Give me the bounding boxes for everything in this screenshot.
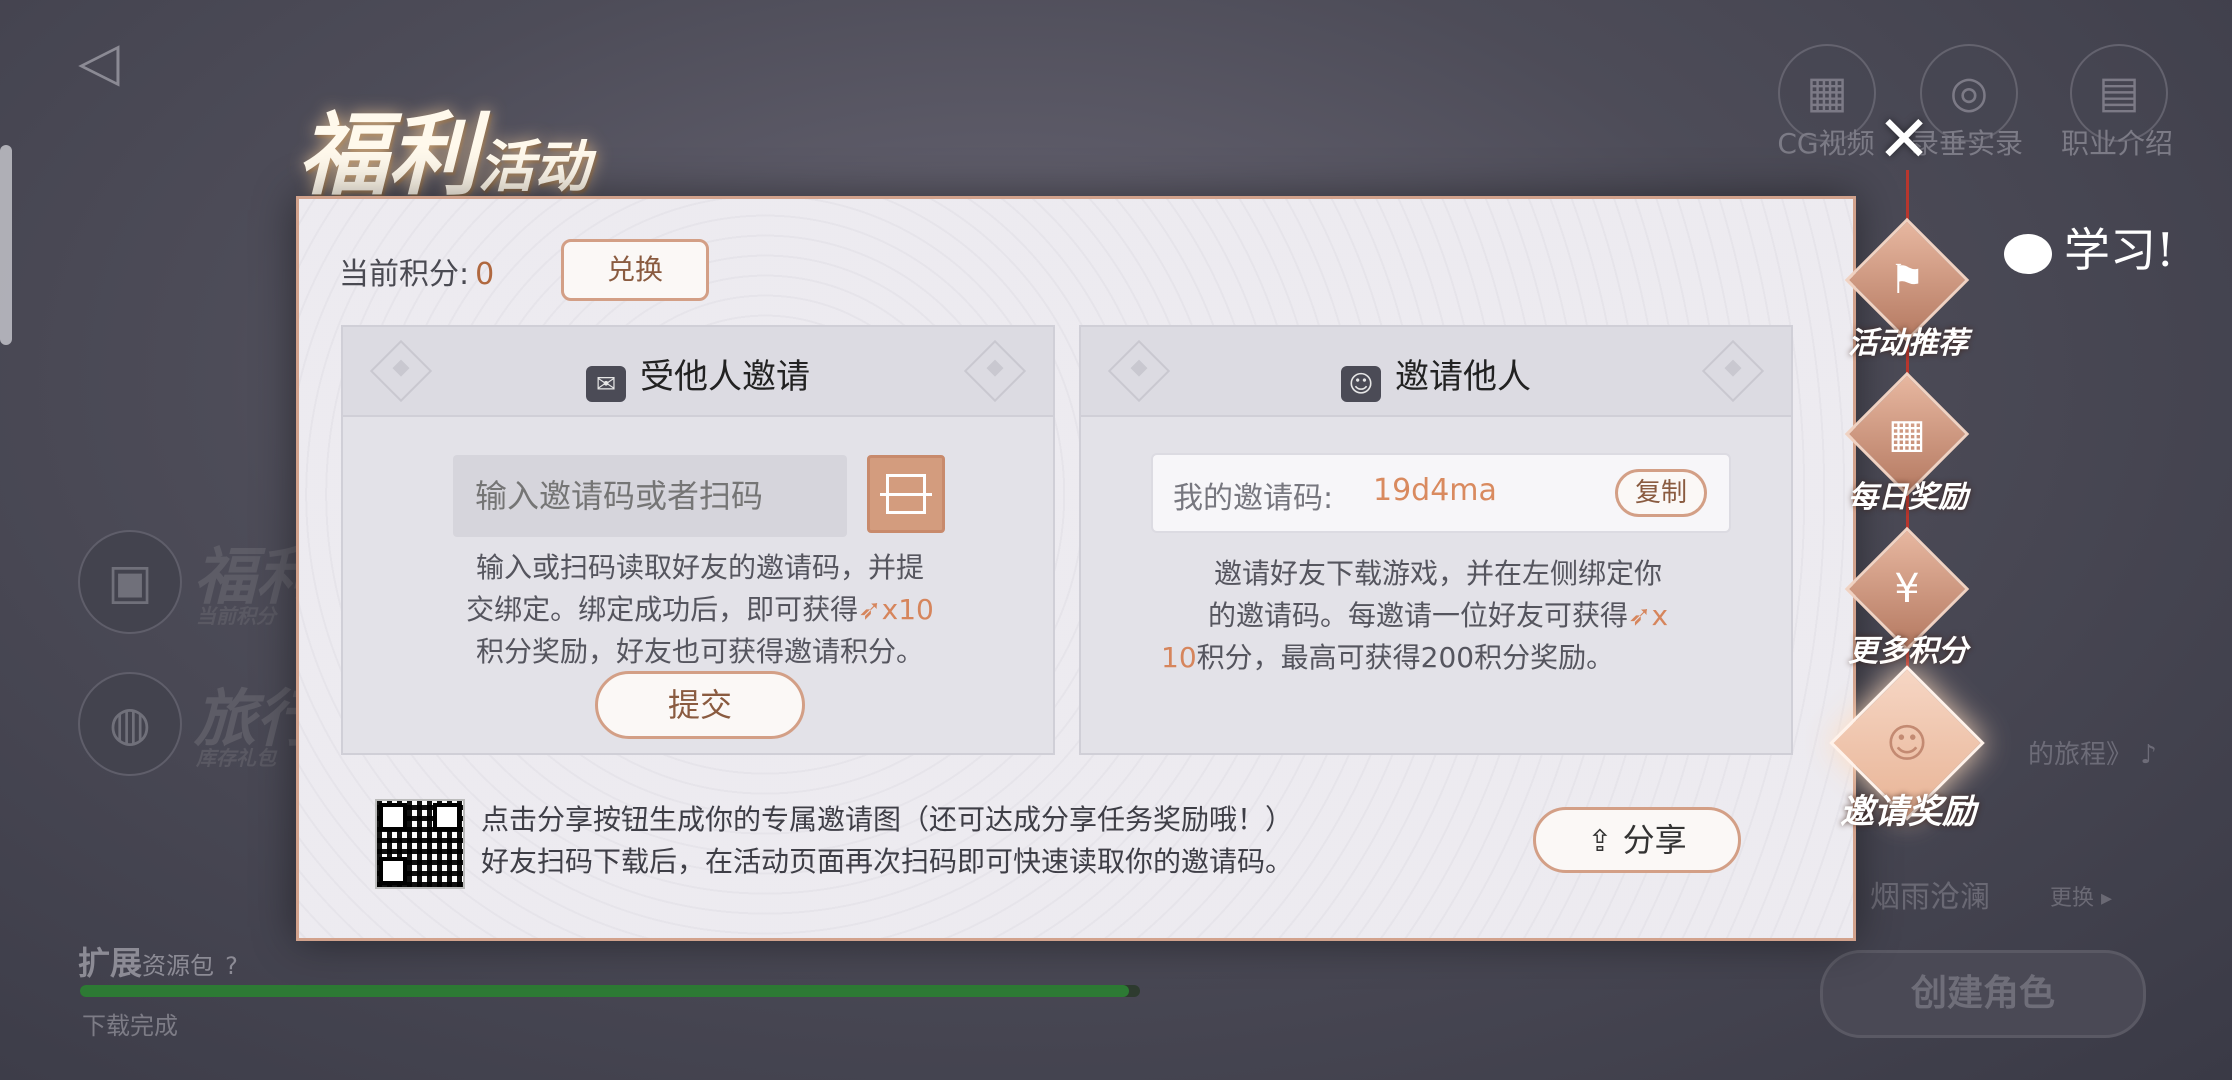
help-icon[interactable]: ? <box>225 952 238 980</box>
submit-button[interactable]: 提交 <box>595 671 805 739</box>
server-name[interactable]: 烟雨沧澜 <box>1870 872 1990 916</box>
travel-entry-subtitle: 库存礼包 <box>196 746 276 770</box>
qr-code <box>375 799 465 889</box>
invited-card-title: ✉ 受他人邀请 <box>343 349 1053 402</box>
share-button[interactable]: ⇪ 分享 <box>1533 807 1741 873</box>
share-icon: ⇪ <box>1587 824 1613 859</box>
scan-button[interactable] <box>867 455 945 533</box>
chat-message: 学习! <box>2004 214 2175 280</box>
invite-code-input[interactable] <box>453 455 847 537</box>
back-icon[interactable]: ◁ <box>78 32 138 92</box>
change-server-link[interactable]: 更换 ▸ <box>2050 880 2112 912</box>
bag-icon[interactable]: ◍ <box>78 672 182 776</box>
close-icon[interactable]: ✕ <box>1874 108 1934 172</box>
welfare-entry-subtitle: 当前积分 <box>196 604 276 628</box>
scrollbar[interactable] <box>0 145 12 345</box>
create-role-button[interactable]: 创建角色 <box>1820 950 2146 1038</box>
expand-pack-subtitle: 资源包 <box>142 952 215 980</box>
class-intro-label: 职业介绍 <box>2060 127 2173 160</box>
nav-label-invite[interactable]: 邀请奖励 <box>1828 784 1988 833</box>
feather-icon: ➶ <box>858 593 882 626</box>
calendar-icon: ▦ <box>1888 411 1926 457</box>
copy-button[interactable]: 复制 <box>1615 469 1707 517</box>
share-instructions: 点击分享按钮生成你的专属邀请图（还可达成分享任务奖励哦！） 好友扫码下载后，在活… <box>481 803 1294 878</box>
money-bag-icon: ¥ <box>1894 566 1920 612</box>
nav-label-daily[interactable]: 每日奖励 <box>1828 472 1988 516</box>
mail-icon: ✉ <box>586 366 626 402</box>
download-progress <box>80 985 1140 997</box>
invite-card-title: ☺ 邀请他人 <box>1081 349 1791 402</box>
download-progress-fill <box>80 985 1130 997</box>
feather-icon: ➶ <box>1627 599 1652 632</box>
add-user-icon: ☺ <box>1341 366 1381 402</box>
welfare-panel: 当前积分:0 兑换 ✉受他人邀请 输入或扫码读取好友的邀请码，并提 交绑定。绑定… <box>296 196 1856 941</box>
invited-card: ✉受他人邀请 输入或扫码读取好友的邀请码，并提 交绑定。绑定成功后，即可获得➶x… <box>341 325 1055 755</box>
my-invite-code-value: 19d4ma <box>1373 473 1497 508</box>
page-title: 福利活动 <box>298 102 590 208</box>
my-invite-code-box: 我的邀请码: 19d4ma 复制 <box>1151 453 1731 533</box>
points-label: 当前积分: 0 <box>339 257 495 292</box>
journey-text: 的旅程》 ♪ <box>2028 740 2157 770</box>
my-invite-code-label: 我的邀请码: <box>1173 481 1334 516</box>
invite-description: 邀请好友下载游戏，并在左侧绑定你 的邀请码。每邀请一位好友可获得➶x 10积分，… <box>1161 557 1669 674</box>
add-user-icon: ☺ <box>1886 721 1928 767</box>
music-icon[interactable]: ♪ <box>2140 740 2157 770</box>
flag-icon: ⚑ <box>1889 257 1925 303</box>
gift-icon[interactable]: ▣ <box>78 530 182 634</box>
expand-pack-title: 扩展资源包 ? <box>78 944 238 982</box>
invite-card: ☺ 邀请他人 我的邀请码: 19d4ma 复制 邀请好友下载游戏，并在左侧绑定你 … <box>1079 325 1793 755</box>
exchange-button[interactable]: 兑换 <box>561 239 709 301</box>
points-value: 0 <box>475 257 495 292</box>
invited-description: 输入或扫码读取好友的邀请码，并提 交绑定。绑定成功后，即可获得➶x10 积分奖励… <box>466 551 934 668</box>
download-status: 下载完成 <box>82 1012 178 1040</box>
chat-bubble-icon <box>2004 234 2052 274</box>
nav-label-points[interactable]: 更多积分 <box>1828 626 1988 670</box>
nav-label-activity[interactable]: 活动推荐 <box>1828 318 1988 362</box>
